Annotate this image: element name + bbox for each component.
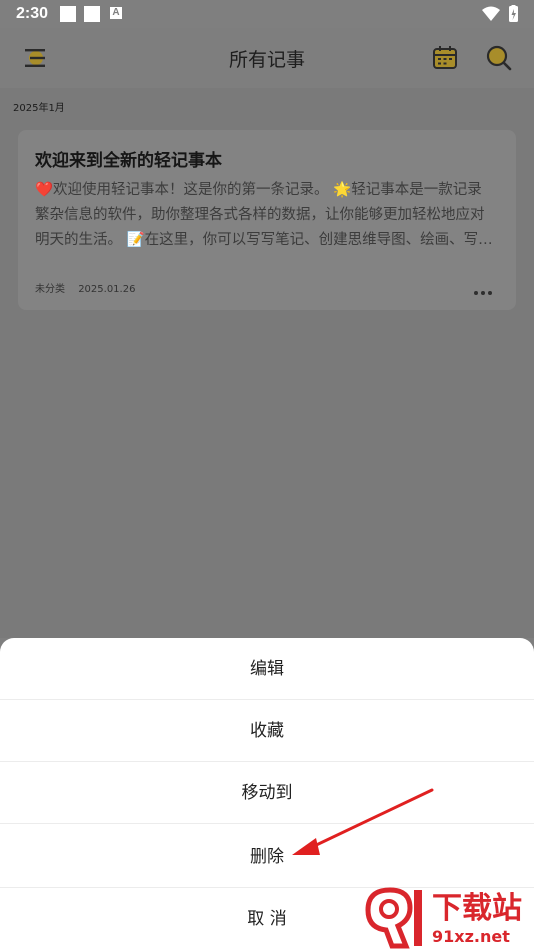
note-meta: 未分类 2025.01.26 (35, 280, 145, 295)
search-icon[interactable] (485, 44, 513, 72)
notes-list: 2025年1月 欢迎来到全新的轻记事本 ❤️欢迎使用轻记事本！这是你的第一条记录… (0, 88, 534, 638)
watermark-logo-icon (365, 887, 422, 949)
watermark-brand: 下载站 (432, 891, 522, 926)
note-preview-line: 明天的生活。 📝在这里，你可以写写笔记、创建思维导图、绘画、写… (35, 232, 493, 248)
more-options-icon[interactable] (474, 280, 500, 295)
calendar-icon[interactable] (431, 45, 459, 71)
site-watermark: 下载站 91xz.net (362, 880, 534, 950)
watermark-domain: 91xz.net (432, 927, 510, 946)
status-right-icons (482, 5, 522, 27)
notification-icon (60, 6, 76, 22)
delete-option[interactable]: 删除 (0, 826, 534, 888)
a-notification-icon: A (110, 7, 122, 19)
edit-option[interactable]: 编辑 (0, 638, 534, 700)
wifi-icon (482, 6, 500, 21)
note-title: 欢迎来到全新的轻记事本 (35, 151, 222, 171)
note-category: 未分类 (35, 284, 65, 295)
notification-icon (84, 6, 100, 22)
move-to-option[interactable]: 移动到 (0, 762, 534, 824)
note-preview-line: ❤️欢迎使用轻记事本！这是你的第一条记录。 🌟轻记事本是一款记录 (35, 182, 482, 198)
note-preview: ❤️欢迎使用轻记事本！这是你的第一条记录。 🌟轻记事本是一款记录 繁杂信息的软件… (35, 178, 501, 253)
status-time: 2:30 (16, 5, 49, 22)
app-header: 所有记事 (0, 28, 534, 88)
note-date: 2025.01.26 (78, 284, 136, 295)
favorite-option[interactable]: 收藏 (0, 700, 534, 762)
note-preview-line: 繁杂信息的软件，助你整理各式各样的数据，让你能够更加轻松地应对 (35, 207, 485, 223)
month-label: 2025年1月 (13, 103, 65, 114)
note-card[interactable]: 欢迎来到全新的轻记事本 ❤️欢迎使用轻记事本！这是你的第一条记录。 🌟轻记事本是… (18, 130, 516, 310)
status-bar: 2:30 A (0, 0, 534, 28)
battery-charging-icon (509, 5, 518, 22)
